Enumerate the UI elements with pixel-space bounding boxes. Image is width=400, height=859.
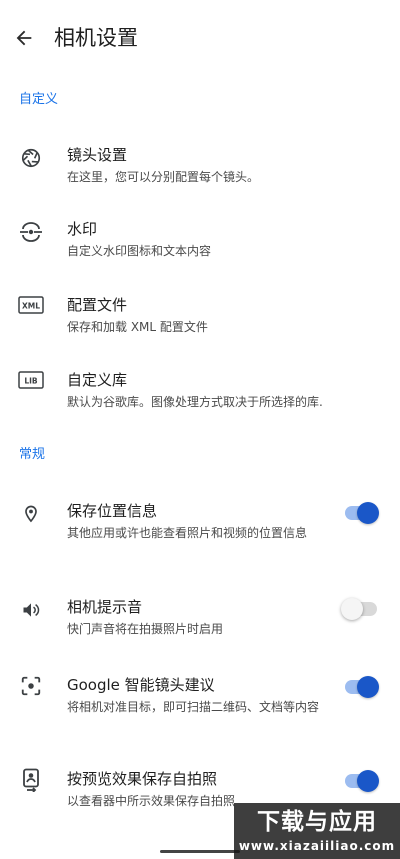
setting-lens[interactable]: 镜头设置 在这里，您可以分别配置每个镜头。 [0,144,400,200]
page-title: 相机设置 [54,26,138,50]
setting-lens-summary: 在这里，您可以分别配置每个镜头。 [67,170,260,184]
section-header-general: 常规 [19,447,46,462]
setting-config-file-summary: 保存和加载 XML 配置文件 [67,320,208,334]
toggle-thumb [357,770,379,792]
selfie-preview-toggle[interactable] [343,770,379,792]
aperture-icon [17,144,45,172]
toggle-thumb [341,598,363,620]
watermark-main-text: 下载与应用 [257,809,377,835]
back-button[interactable] [8,20,40,56]
setting-watermark-summary: 自定义水印图标和文本内容 [67,244,212,258]
setting-lens-text: 镜头设置 在这里，您可以分别配置每个镜头。 [67,144,336,187]
setting-custom-library-text: 自定义库 默认为谷歌库。图像处理方式取决于所选择的库. [67,369,380,412]
setting-selfie-preview-title: 按预览效果保存自拍照 [67,770,218,788]
setting-shutter-sound-summary: 快门声音将在拍摄照片时启用 [67,622,224,636]
lens-suggestions-toggle[interactable] [343,676,379,698]
site-watermark-logo: 下载与应用 www.xiazaiiliao.com [234,803,400,859]
setting-lens-suggestions-title: Google 智能镜头建议 [67,676,215,694]
setting-shutter-sound[interactable]: 相机提示音 快门声音将在拍摄照片时启用 [0,596,400,644]
setting-custom-library-summary: 默认为谷歌库。图像处理方式取决于所选择的库. [67,395,323,409]
location-pin-icon [17,500,45,528]
setting-config-file[interactable]: XML 配置文件 保存和加载 XML 配置文件 [0,294,400,350]
navigation-handle[interactable] [160,850,240,853]
volume-icon [17,596,45,624]
app-bar: 相机设置 [0,0,400,78]
setting-watermark-title: 水印 [67,220,98,238]
xml-icon: XML [17,291,45,319]
selfie-icon [17,766,45,794]
toggle-thumb [357,502,379,524]
setting-save-location-summary: 其他应用或许也能查看照片和视频的位置信息 [67,526,308,540]
setting-lens-title: 镜头设置 [67,146,128,164]
arrow-back-icon [16,30,32,46]
setting-custom-library-title: 自定义库 [67,371,128,389]
setting-save-location-title: 保存位置信息 [67,502,158,520]
setting-watermark[interactable]: 水印 自定义水印图标和文本内容 [0,218,400,274]
lens-scan-icon [17,672,45,700]
lib-icon: LIB [17,366,45,394]
watermark-icon [17,218,45,246]
shutter-sound-toggle[interactable] [341,598,379,620]
section-header-custom: 自定义 [19,92,59,107]
setting-save-location[interactable]: 保存位置信息 其他应用或许也能查看照片和视频的位置信息 [0,500,400,564]
setting-lens-suggestions[interactable]: Google 智能镜头建议 将相机对准目标，即可扫描二维码、文档等内容 [0,674,400,738]
setting-shutter-sound-text: 相机提示音 快门声音将在拍摄照片时启用 [67,596,336,639]
setting-shutter-sound-title: 相机提示音 [67,598,143,616]
setting-save-location-text: 保存位置信息 其他应用或许也能查看照片和视频的位置信息 [67,500,336,543]
setting-watermark-text: 水印 自定义水印图标和文本内容 [67,218,336,261]
setting-config-file-title: 配置文件 [67,296,128,314]
setting-custom-library[interactable]: LIB 自定义库 默认为谷歌库。图像处理方式取决于所选择的库. [0,369,400,425]
watermark-url-text: www.xiazaiiliao.com [238,839,396,853]
setting-config-file-text: 配置文件 保存和加载 XML 配置文件 [67,294,336,337]
setting-lens-suggestions-text: Google 智能镜头建议 将相机对准目标，即可扫描二维码、文档等内容 [67,674,336,717]
svg-text:LIB: LIB [24,377,38,386]
save-location-toggle[interactable] [343,502,379,524]
svg-text:XML: XML [22,302,40,311]
toggle-thumb [357,676,379,698]
setting-lens-suggestions-summary: 将相机对准目标，即可扫描二维码、文档等内容 [67,700,320,714]
